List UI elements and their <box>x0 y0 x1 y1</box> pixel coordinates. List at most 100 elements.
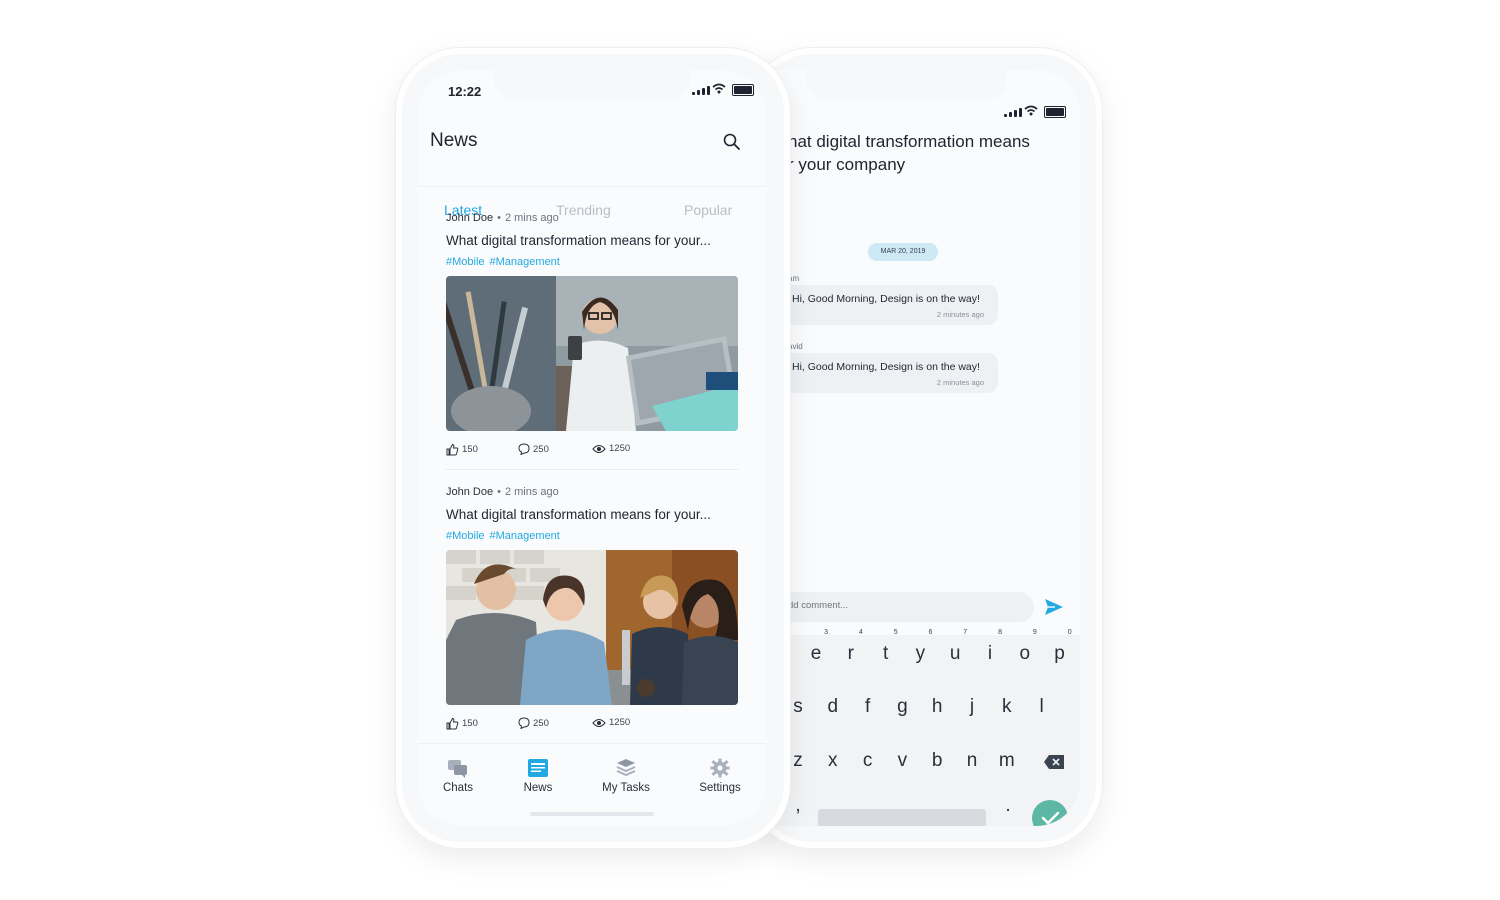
key-number: 3 <box>824 629 828 636</box>
news-post[interactable]: John Doe • 2 mins ago What digital transfo… <box>446 486 738 744</box>
signal-icon <box>692 86 710 95</box>
key-v[interactable]: v <box>892 750 912 772</box>
key-letter: y <box>915 643 926 664</box>
key-f[interactable]: f <box>858 696 878 718</box>
comment-icon <box>518 443 530 455</box>
key-u[interactable]: u7 <box>945 629 967 665</box>
key-i[interactable]: i8 <box>980 629 1002 665</box>
post-author: John Doe <box>446 212 494 224</box>
eye-icon <box>592 444 606 453</box>
eye-icon <box>592 718 606 727</box>
key-letter: i <box>987 643 993 664</box>
like-count: 150 <box>462 718 478 729</box>
comment-field[interactable] <box>748 592 1034 622</box>
key-t[interactable]: t5 <box>876 629 898 665</box>
key-number: 4 <box>858 629 863 636</box>
signal-icon <box>1004 108 1022 117</box>
key-b[interactable]: b <box>927 750 947 772</box>
key-o[interactable]: o9 <box>1015 629 1037 665</box>
key-number: 7 <box>963 629 968 636</box>
news-post[interactable]: John Doe • 2 mins ago What digital transfo… <box>446 212 738 470</box>
comment-stat[interactable]: 250 <box>518 717 549 729</box>
message-sender: avid <box>788 342 803 351</box>
key-e[interactable]: e3 <box>806 629 828 665</box>
post-time: 2 mins ago <box>504 212 559 224</box>
message-time: 2 minutes ago <box>936 310 984 319</box>
nav-my-tasks[interactable]: My Tasks <box>586 758 666 794</box>
like-stat[interactable]: 150 <box>446 443 478 456</box>
key-number: 9 <box>1032 629 1037 636</box>
key-p[interactable]: p0 <box>1050 629 1071 665</box>
tag-link[interactable]: #Management <box>490 530 560 542</box>
home-indicator <box>530 812 654 816</box>
key-n[interactable]: n <box>962 750 982 772</box>
chat-phone: 2 hat digital transformation means r you… <box>748 48 1102 848</box>
done-button[interactable] <box>1032 800 1068 826</box>
period-key[interactable]: . <box>998 795 1018 817</box>
keyboard: e3 r4 t5 y6 u7 i8 o9 p0 sdfghjkl zxcvbnm , . <box>748 629 1080 826</box>
nav-settings[interactable]: Settings <box>680 758 760 794</box>
key-r[interactable]: r4 <box>841 629 863 665</box>
key-letter: t <box>882 643 889 664</box>
photo-group-meeting <box>446 550 738 705</box>
header-divider <box>418 186 766 187</box>
key-x[interactable]: x <box>823 750 843 772</box>
date-badge: MAR 20, 2019 <box>868 243 938 261</box>
message-time: 2 minutes ago <box>936 378 984 387</box>
chat-title: hat digital transformation means r your … <box>788 132 1030 174</box>
like-count: 150 <box>462 444 478 455</box>
key-d[interactable]: d <box>823 696 843 718</box>
key-l[interactable]: l <box>1032 696 1052 718</box>
key-number: 0 <box>1067 629 1072 636</box>
space-key[interactable] <box>818 809 986 826</box>
backspace-key[interactable] <box>1043 754 1065 770</box>
chats-icon <box>448 760 467 778</box>
post-divider <box>446 469 738 470</box>
post-image[interactable] <box>446 550 738 705</box>
message-text: Hi, Good Morning, Design is on the way! <box>792 293 980 305</box>
key-letter: o <box>1019 643 1031 664</box>
nav-news[interactable]: News <box>498 758 578 794</box>
view-count: 1250 <box>609 443 631 454</box>
key-g[interactable]: g <box>892 696 912 718</box>
key-k[interactable]: k <box>997 696 1017 718</box>
tasks-icon <box>616 759 636 777</box>
news-phone: 12:22 News Latest Trending Popular John … <box>396 48 790 848</box>
check-icon <box>1041 811 1060 825</box>
like-stat[interactable]: 150 <box>446 717 478 730</box>
tag-link[interactable]: #Mobile <box>446 530 485 542</box>
post-image[interactable] <box>446 276 738 431</box>
send-icon[interactable] <box>1044 598 1064 616</box>
photo-woman-laptop <box>446 276 738 431</box>
post-headline[interactable]: What digital transformation means for yo… <box>446 507 738 522</box>
comment-count: 250 <box>533 443 549 455</box>
key-h[interactable]: h <box>927 696 947 718</box>
post-meta: John Doe • 2 mins ago <box>446 486 559 498</box>
wifi-icon <box>712 83 726 94</box>
thumbs-up-icon <box>446 717 459 730</box>
comment-stat[interactable]: 250 <box>518 443 549 455</box>
key-s[interactable]: s <box>788 696 808 718</box>
search-icon[interactable] <box>722 132 742 152</box>
key-m[interactable]: m <box>997 750 1017 772</box>
status-time: 12:22 <box>448 84 482 99</box>
notch <box>494 70 690 100</box>
key-z[interactable]: z <box>788 750 808 772</box>
key-y[interactable]: y6 <box>910 629 933 665</box>
notch <box>806 70 1006 100</box>
message-text: Hi, Good Morning, Design is on the way! <box>792 361 980 373</box>
key-c[interactable]: c <box>858 750 878 772</box>
comma-key[interactable]: , <box>788 795 808 817</box>
post-headline[interactable]: What digital transformation means for yo… <box>446 233 738 248</box>
tag-link[interactable]: #Mobile <box>446 256 485 268</box>
view-stat: 1250 <box>592 443 630 454</box>
key-number: 8 <box>998 629 1002 636</box>
key-j[interactable]: j <box>962 696 982 718</box>
comment-input[interactable] <box>788 600 988 611</box>
key-letter: e <box>810 643 822 664</box>
settings-icon <box>710 758 730 778</box>
nav-chats[interactable]: Chats <box>418 758 498 794</box>
post-author: John Doe <box>446 486 494 498</box>
tag-link[interactable]: #Management <box>490 256 560 268</box>
post-meta: John Doe • 2 mins ago <box>446 212 559 224</box>
